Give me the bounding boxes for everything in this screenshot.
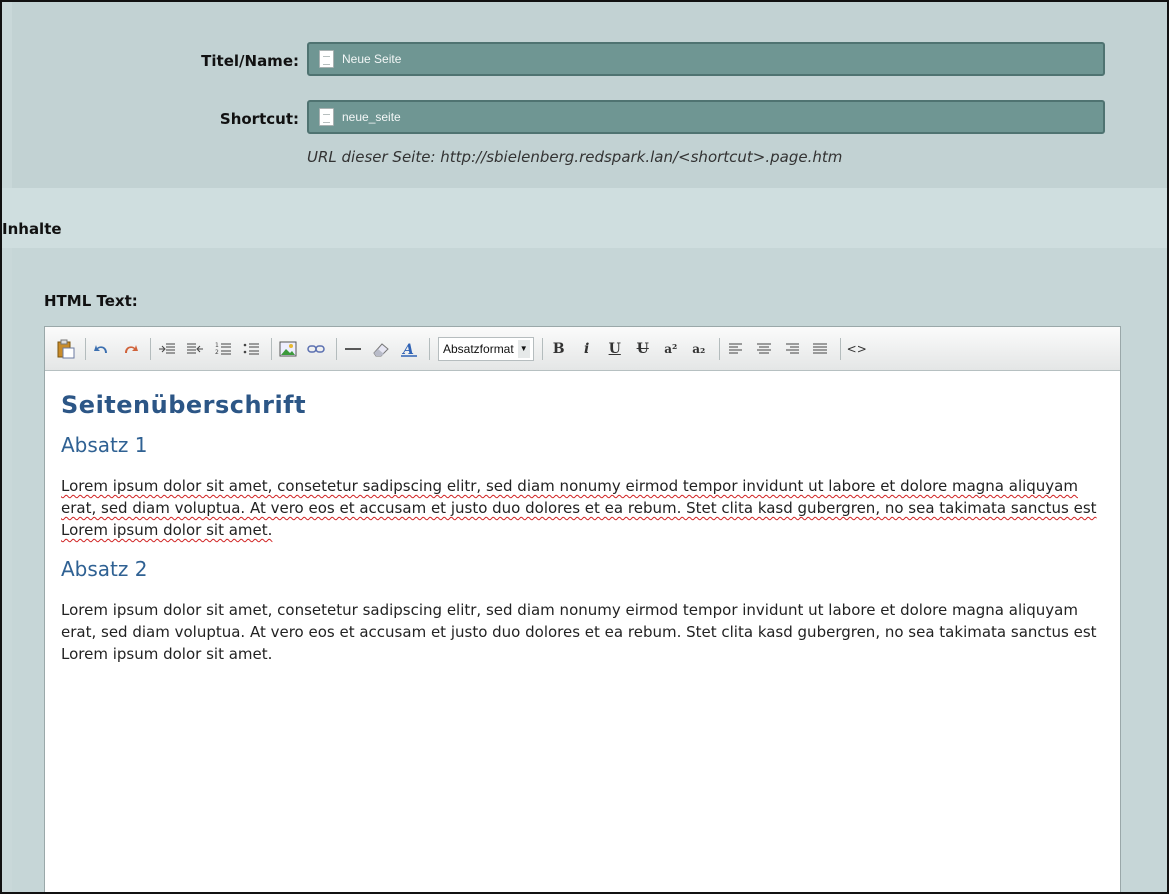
align-right-icon[interactable] xyxy=(780,337,804,361)
ordered-list-icon[interactable]: 12 xyxy=(211,337,235,361)
url-hint: URL dieser Seite: http://sbielenberg.red… xyxy=(307,148,843,166)
section-header xyxy=(2,188,1167,248)
paragraph-heading-2: Absatz 2 xyxy=(61,557,148,581)
italic-button[interactable]: i xyxy=(575,337,599,361)
toolbar-separator xyxy=(85,337,86,360)
shortcut-label: Shortcut: xyxy=(219,110,299,128)
text-style-icon[interactable]: A xyxy=(397,337,421,361)
toolbar-separator xyxy=(150,337,151,360)
html-text-label: HTML Text: xyxy=(44,292,138,310)
toolbar-separator xyxy=(839,337,841,360)
paragraph-text-2: Lorem ipsum dolor sit amet, consetetur s… xyxy=(61,601,1097,663)
unordered-list-icon[interactable] xyxy=(239,337,263,361)
title-field[interactable]: Neue Seite xyxy=(307,42,1105,76)
align-justify-icon[interactable] xyxy=(808,337,832,361)
editor-content[interactable]: Seitenüberschrift Absatz 1 Lorem ipsum d… xyxy=(45,371,1120,695)
subscript-button[interactable]: a₂ xyxy=(687,337,711,361)
strikethrough-button[interactable]: U xyxy=(631,337,655,361)
shortcut-value: neue_seite xyxy=(342,110,401,124)
toolbar-separator xyxy=(271,337,272,360)
editor-toolbar: 12 A Absatzformat ▼ B i U U a² a₂ <> xyxy=(45,327,1120,371)
redo-icon[interactable] xyxy=(118,337,142,361)
page-icon xyxy=(319,50,334,68)
page-icon xyxy=(319,108,334,126)
align-left-icon[interactable] xyxy=(724,337,748,361)
source-code-button[interactable]: <> xyxy=(845,337,869,361)
horizontal-rule-icon[interactable] xyxy=(341,337,365,361)
toolbar-separator xyxy=(429,337,430,360)
title-label: Titel/Name: xyxy=(201,52,299,70)
paragraph-heading-1: Absatz 1 xyxy=(61,433,148,457)
clipboard-icon[interactable] xyxy=(53,337,77,361)
html-editor[interactable]: 12 A Absatzformat ▼ B i U U a² a₂ <> Sei… xyxy=(44,326,1121,892)
link-icon[interactable] xyxy=(304,337,328,361)
title-value: Neue Seite xyxy=(342,52,402,66)
page-heading: Seitenüberschrift xyxy=(61,391,307,419)
align-center-icon[interactable] xyxy=(752,337,776,361)
indent-icon[interactable] xyxy=(155,337,179,361)
outdent-icon[interactable] xyxy=(183,337,207,361)
toolbar-separator xyxy=(541,337,543,360)
bold-button[interactable]: B xyxy=(547,337,571,361)
shortcut-field[interactable]: neue_seite xyxy=(307,100,1105,134)
page-frame: Titel/Name: Neue Seite Shortcut: neue_se… xyxy=(0,0,1169,894)
undo-icon[interactable] xyxy=(90,337,114,361)
image-icon[interactable] xyxy=(276,337,300,361)
toolbar-separator xyxy=(718,337,720,360)
eraser-icon[interactable] xyxy=(369,337,393,361)
paragraph-text-1: Lorem ipsum dolor sit amet, consetetur s… xyxy=(61,477,1097,539)
svg-text:2: 2 xyxy=(215,349,219,356)
underline-button[interactable]: U xyxy=(603,337,627,361)
format-select-value: Absatzformat xyxy=(443,341,514,356)
toolbar-separator xyxy=(336,337,337,360)
superscript-button[interactable]: a² xyxy=(659,337,683,361)
section-title: Inhalte xyxy=(2,220,62,238)
svg-text:1: 1 xyxy=(215,342,219,349)
chevron-down-icon: ▼ xyxy=(517,339,530,358)
paragraph-format-select[interactable]: Absatzformat ▼ xyxy=(438,336,534,361)
